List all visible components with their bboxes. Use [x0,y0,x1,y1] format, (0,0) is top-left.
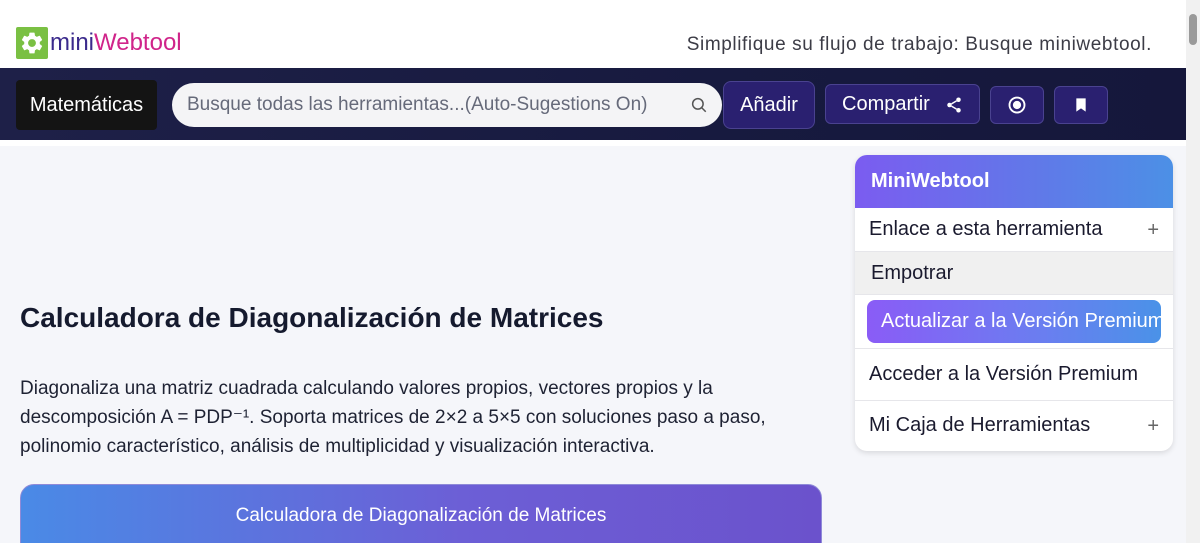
logo-text: miniWebtool [50,29,182,57]
nav-divider [0,140,1186,146]
category-button[interactable]: Matemáticas [16,80,157,130]
record-icon [1008,96,1026,114]
nav-bar: Matemáticas Añadir Compartir [0,68,1186,140]
share-button-label: Compartir [842,92,930,115]
calculator-card-title: Calculadora de Diagonalización de Matric… [235,505,607,526]
sidebar-item-label: Acceder a la Versión Premium [869,363,1139,385]
scrollbar-thumb[interactable] [1189,14,1197,45]
sidebar-item-label: Empotrar [871,261,954,284]
search-icon[interactable] [690,96,708,114]
bookmark-button[interactable] [1054,86,1108,124]
page-scrollbar[interactable] [1186,0,1200,543]
sidebar-title: MiniWebtool [855,155,1173,208]
tool-description: Diagonaliza una matriz cuadrada calculan… [20,378,766,457]
logo-text-mini: mini [50,29,95,56]
tagline: Simplifique su flujo de trabajo: Busque … [686,34,1152,55]
upgrade-premium-button[interactable]: Actualizar a la Versión Premium [867,300,1161,343]
share-button[interactable]: Compartir [825,84,980,124]
logo-text-webtool: Webtool [94,29,182,56]
sidebar-item-upgrade-wrap: Actualizar a la Versión Premium [855,295,1173,349]
sidebar-item-link-tool[interactable]: Enlace a esta herramienta + [855,208,1173,252]
sidebar-item-label: Enlace a esta herramienta [869,218,1103,240]
site-logo[interactable]: miniWebtool [16,27,182,59]
record-button[interactable] [990,86,1044,124]
sidebar-item-label: Mi Caja de Herramientas [869,414,1091,436]
calculator-card: Calculadora de Diagonalización de Matric… [20,484,822,543]
gear-icon [16,27,48,59]
sidebar-item-access-premium[interactable]: Acceder a la Versión Premium [855,349,1173,401]
page-title: Calculadora de Diagonalización de Matric… [20,302,604,333]
plus-icon: + [1147,414,1159,437]
sidebar-item-embed[interactable]: Empotrar [855,252,1173,295]
search-input[interactable] [187,94,677,116]
plus-icon: + [1147,218,1159,241]
sidebar-panel: MiniWebtool Enlace a esta herramienta + … [855,155,1173,451]
search-box[interactable] [172,83,722,127]
bookmark-icon [1076,98,1086,112]
add-button[interactable]: Añadir [723,81,815,129]
top-header: miniWebtool Simplifique su flujo de trab… [0,0,1186,68]
sidebar-item-toolbox[interactable]: Mi Caja de Herramientas + [855,401,1173,450]
share-icon [947,97,961,113]
